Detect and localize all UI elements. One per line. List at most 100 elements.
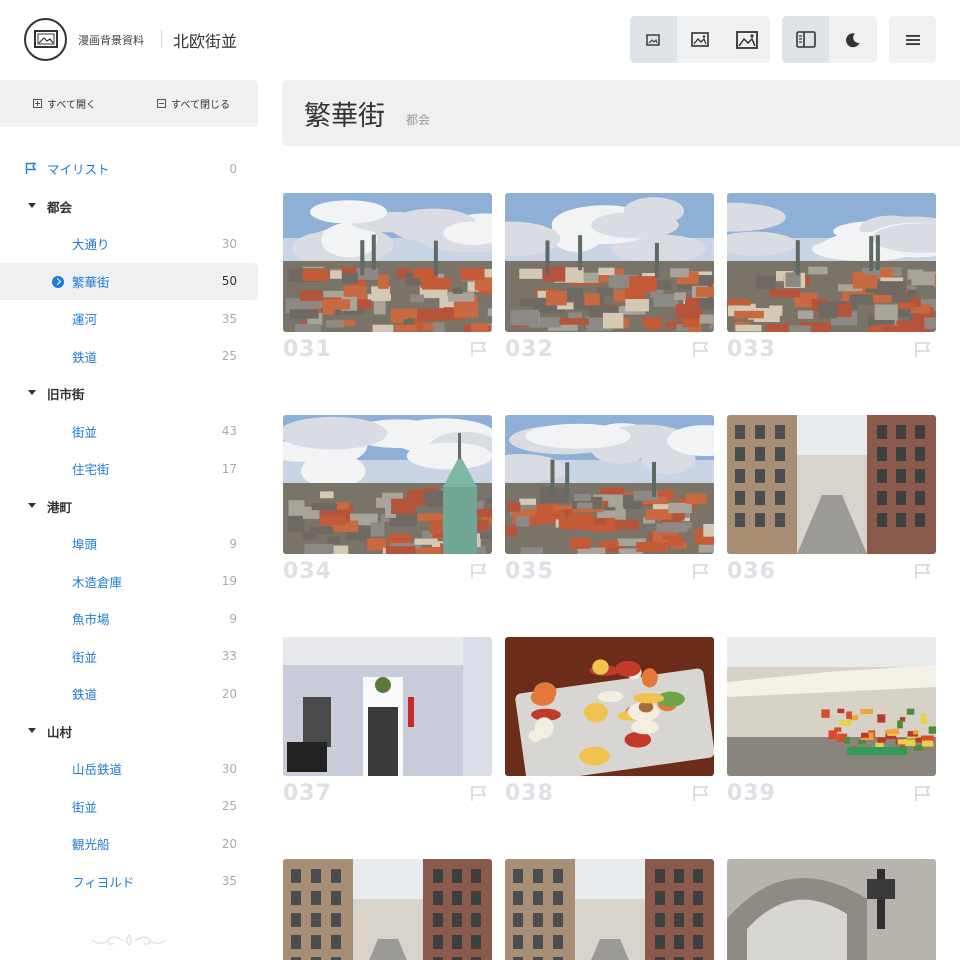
sidebar-item-3-3[interactable]: フィヨルド 35: [0, 863, 258, 900]
thumbnail-image[interactable]: [283, 859, 492, 960]
add-to-mylist-button[interactable]: [470, 563, 488, 584]
thumbnail-image[interactable]: [727, 415, 936, 554]
thumbnail-large-button[interactable]: [723, 16, 770, 63]
sidebar-item-count: 35: [221, 311, 237, 326]
category-3[interactable]: 山村: [0, 713, 258, 750]
image-small-icon: [646, 33, 661, 46]
sidebar-item-1-1[interactable]: 住宅街 17: [0, 450, 258, 487]
menu-button[interactable]: [889, 16, 936, 63]
sidebar-item-count: 35: [221, 874, 237, 888]
sidebar-item-count: 30: [221, 236, 237, 251]
sidebar-item-2-3[interactable]: 街並 33: [0, 638, 258, 675]
thumbnail-image[interactable]: [283, 415, 492, 554]
add-to-mylist-button[interactable]: [692, 341, 710, 362]
image-number: 032: [505, 337, 554, 362]
expand-all-button[interactable]: すべて開く: [0, 80, 129, 127]
site-name[interactable]: 漫画背景資料: [78, 32, 144, 48]
parent-category-label[interactable]: 都会: [406, 111, 430, 128]
sidebar-item-0-1[interactable]: 繁華街 50: [0, 262, 258, 300]
image-number: 037: [283, 781, 332, 806]
divider: [161, 30, 162, 48]
sidebar-item-3-2[interactable]: 観光船 20: [0, 825, 258, 862]
category-0[interactable]: 都会: [0, 188, 258, 225]
thumbnail-image[interactable]: [283, 193, 492, 332]
category-label: 都会: [47, 199, 73, 215]
dark-mode-button[interactable]: [829, 16, 876, 63]
thumbnail-image[interactable]: [505, 193, 714, 332]
add-to-mylist-button[interactable]: [914, 563, 932, 584]
sidebar-item-2-0[interactable]: 埠頭 9: [0, 525, 258, 562]
sidebar-item-2-4[interactable]: 鉄道 20: [0, 675, 258, 712]
caret-down-icon: [28, 390, 36, 395]
thumbnail-image[interactable]: [505, 859, 714, 960]
sidebar-item-label: 山岳鉄道: [72, 762, 123, 777]
thumbnail-image[interactable]: [505, 637, 714, 776]
category-label: 港町: [47, 499, 73, 515]
sidebar-item-label: 街並: [72, 424, 98, 440]
sidebar-item-2-1[interactable]: 木造倉庫 19: [0, 563, 258, 600]
sidebar-item-label: 木造倉庫: [72, 574, 123, 590]
expand-icon: [33, 99, 43, 108]
flag-icon: [471, 564, 487, 579]
sidebar-item-count: 25: [221, 349, 237, 363]
flag-icon: [915, 564, 931, 579]
thumbnail-image[interactable]: [727, 193, 936, 332]
thumbnail-image[interactable]: [505, 415, 714, 554]
sidebar-layout-icon: [795, 31, 816, 48]
image-number: 031: [283, 337, 332, 362]
add-to-mylist-button[interactable]: [914, 785, 932, 806]
sidebar-item-label: 街並: [72, 649, 98, 665]
mylist-item[interactable]: マイリスト 0: [0, 150, 258, 187]
sidebar-item-2-2[interactable]: 魚市場 9: [0, 600, 258, 637]
add-to-mylist-button[interactable]: [470, 341, 488, 362]
header: 漫画背景資料 北欧街並: [0, 0, 960, 80]
sidebar-item-label: 大通り: [72, 237, 110, 252]
add-to-mylist-button[interactable]: [692, 563, 710, 584]
caret-down-icon: [28, 727, 36, 733]
sidebar-item-label: 繁華街: [72, 274, 110, 290]
view-toggle-group: [782, 16, 877, 63]
sidebar-item-label: 埠頭: [72, 537, 98, 552]
thumbnail-medium-button[interactable]: [677, 16, 724, 63]
sidebar-item-count: 43: [221, 424, 237, 438]
caret-down-icon: [28, 202, 36, 208]
logo-icon[interactable]: [24, 18, 67, 61]
thumbnail-image[interactable]: [727, 859, 936, 960]
sidebar-item-label: 観光船: [72, 837, 110, 852]
image-number: 033: [727, 337, 776, 362]
menu-group: [889, 16, 936, 63]
category-1[interactable]: 旧市街: [0, 375, 258, 412]
sidebar-item-count: 9: [229, 611, 237, 626]
add-to-mylist-button[interactable]: [692, 785, 710, 806]
add-to-mylist-button[interactable]: [914, 341, 932, 362]
add-to-mylist-button[interactable]: [470, 785, 488, 806]
sidebar-item-3-0[interactable]: 山岳鉄道 30: [0, 750, 258, 787]
collapse-all-button[interactable]: すべて閉じる: [129, 80, 258, 127]
thumbnail-image[interactable]: [727, 637, 936, 776]
thumbnail-size-group: [630, 16, 770, 63]
sidebar-item-count: 9: [229, 536, 237, 551]
sidebar-item-0-3[interactable]: 鉄道 25: [0, 338, 258, 375]
caret-down-icon: [28, 502, 36, 508]
sidebar-toggle-button[interactable]: [782, 16, 829, 63]
sidebar-item-count: 20: [221, 686, 237, 701]
image-number: 034: [283, 559, 332, 584]
page-title: 繁華街: [304, 101, 385, 132]
sidebar-item-0-0[interactable]: 大通り 30: [0, 225, 258, 262]
category-label: 山村: [47, 724, 73, 740]
image-number: 036: [727, 559, 776, 584]
category-2[interactable]: 港町: [0, 488, 258, 525]
thumbnail-small-button[interactable]: [630, 16, 677, 63]
site-subtitle: 北欧街並: [173, 32, 238, 51]
chevron-circle-icon: [52, 275, 64, 288]
sidebar-item-0-2[interactable]: 運河 35: [0, 300, 258, 337]
thumbnail-image[interactable]: [283, 637, 492, 776]
sidebar-item-label: 住宅街: [72, 462, 110, 477]
sidebar-item-count: 17: [221, 461, 237, 476]
sidebar-item-3-1[interactable]: 街並 25: [0, 788, 258, 825]
sidebar-item-label: 魚市場: [72, 612, 110, 627]
flag-icon: [693, 342, 709, 357]
sidebar-item-1-0[interactable]: 街並 43: [0, 413, 258, 450]
sidebar-item-count: 19: [221, 574, 237, 588]
flag-icon: [25, 162, 37, 174]
